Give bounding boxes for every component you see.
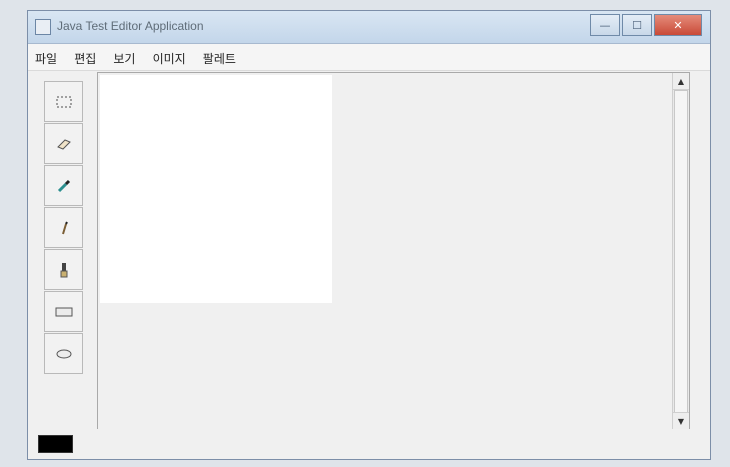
- select-rect-icon: [56, 96, 71, 107]
- rectangle-icon: [55, 307, 72, 316]
- eraser-tool[interactable]: [44, 123, 83, 164]
- menu-palette[interactable]: 팔레트: [196, 44, 241, 67]
- pencil-icon: [61, 221, 68, 234]
- ellipse-tool[interactable]: [44, 333, 83, 374]
- scroll-down-arrow[interactable]: ▼: [673, 412, 689, 429]
- menu-bar: 파일 편집 보기 이미지 팔레트: [28, 44, 710, 71]
- brush-tool[interactable]: [44, 249, 83, 290]
- eyedropper-icon: [57, 179, 70, 192]
- eraser-icon: [56, 138, 71, 150]
- maximize-button[interactable]: ☐: [622, 14, 652, 36]
- minimize-button[interactable]: —: [590, 14, 620, 36]
- status-bar: [28, 429, 710, 459]
- vertical-scrollbar[interactable]: ▲ ▼: [672, 73, 689, 429]
- close-button[interactable]: ✕: [654, 14, 702, 36]
- pencil-tool[interactable]: [44, 207, 83, 248]
- ellipse-icon: [56, 349, 71, 358]
- drawing-canvas[interactable]: [100, 75, 332, 303]
- window-title: Java Test Editor Application: [57, 19, 204, 33]
- tool-palette: [44, 81, 85, 381]
- rectangle-tool[interactable]: [44, 291, 83, 332]
- eyedropper-tool[interactable]: [44, 165, 83, 206]
- menu-file[interactable]: 파일: [28, 44, 62, 67]
- title-bar[interactable]: Java Test Editor Application — ☐ ✕: [28, 11, 710, 44]
- select-tool[interactable]: [44, 81, 83, 122]
- canvas-scroll-pane[interactable]: ▲ ▼: [97, 72, 690, 430]
- menu-view[interactable]: 보기: [106, 44, 140, 67]
- app-icon: [35, 19, 51, 35]
- menu-image[interactable]: 이미지: [146, 44, 191, 67]
- brush-icon: [60, 262, 67, 277]
- window-controls: — ☐ ✕: [590, 14, 702, 36]
- app-window: Java Test Editor Application — ☐ ✕ 파일 편집…: [27, 10, 711, 460]
- scroll-up-arrow[interactable]: ▲: [673, 73, 689, 90]
- scroll-thumb[interactable]: [674, 90, 688, 413]
- current-color-swatch[interactable]: [38, 435, 73, 453]
- menu-edit[interactable]: 편집: [67, 44, 101, 67]
